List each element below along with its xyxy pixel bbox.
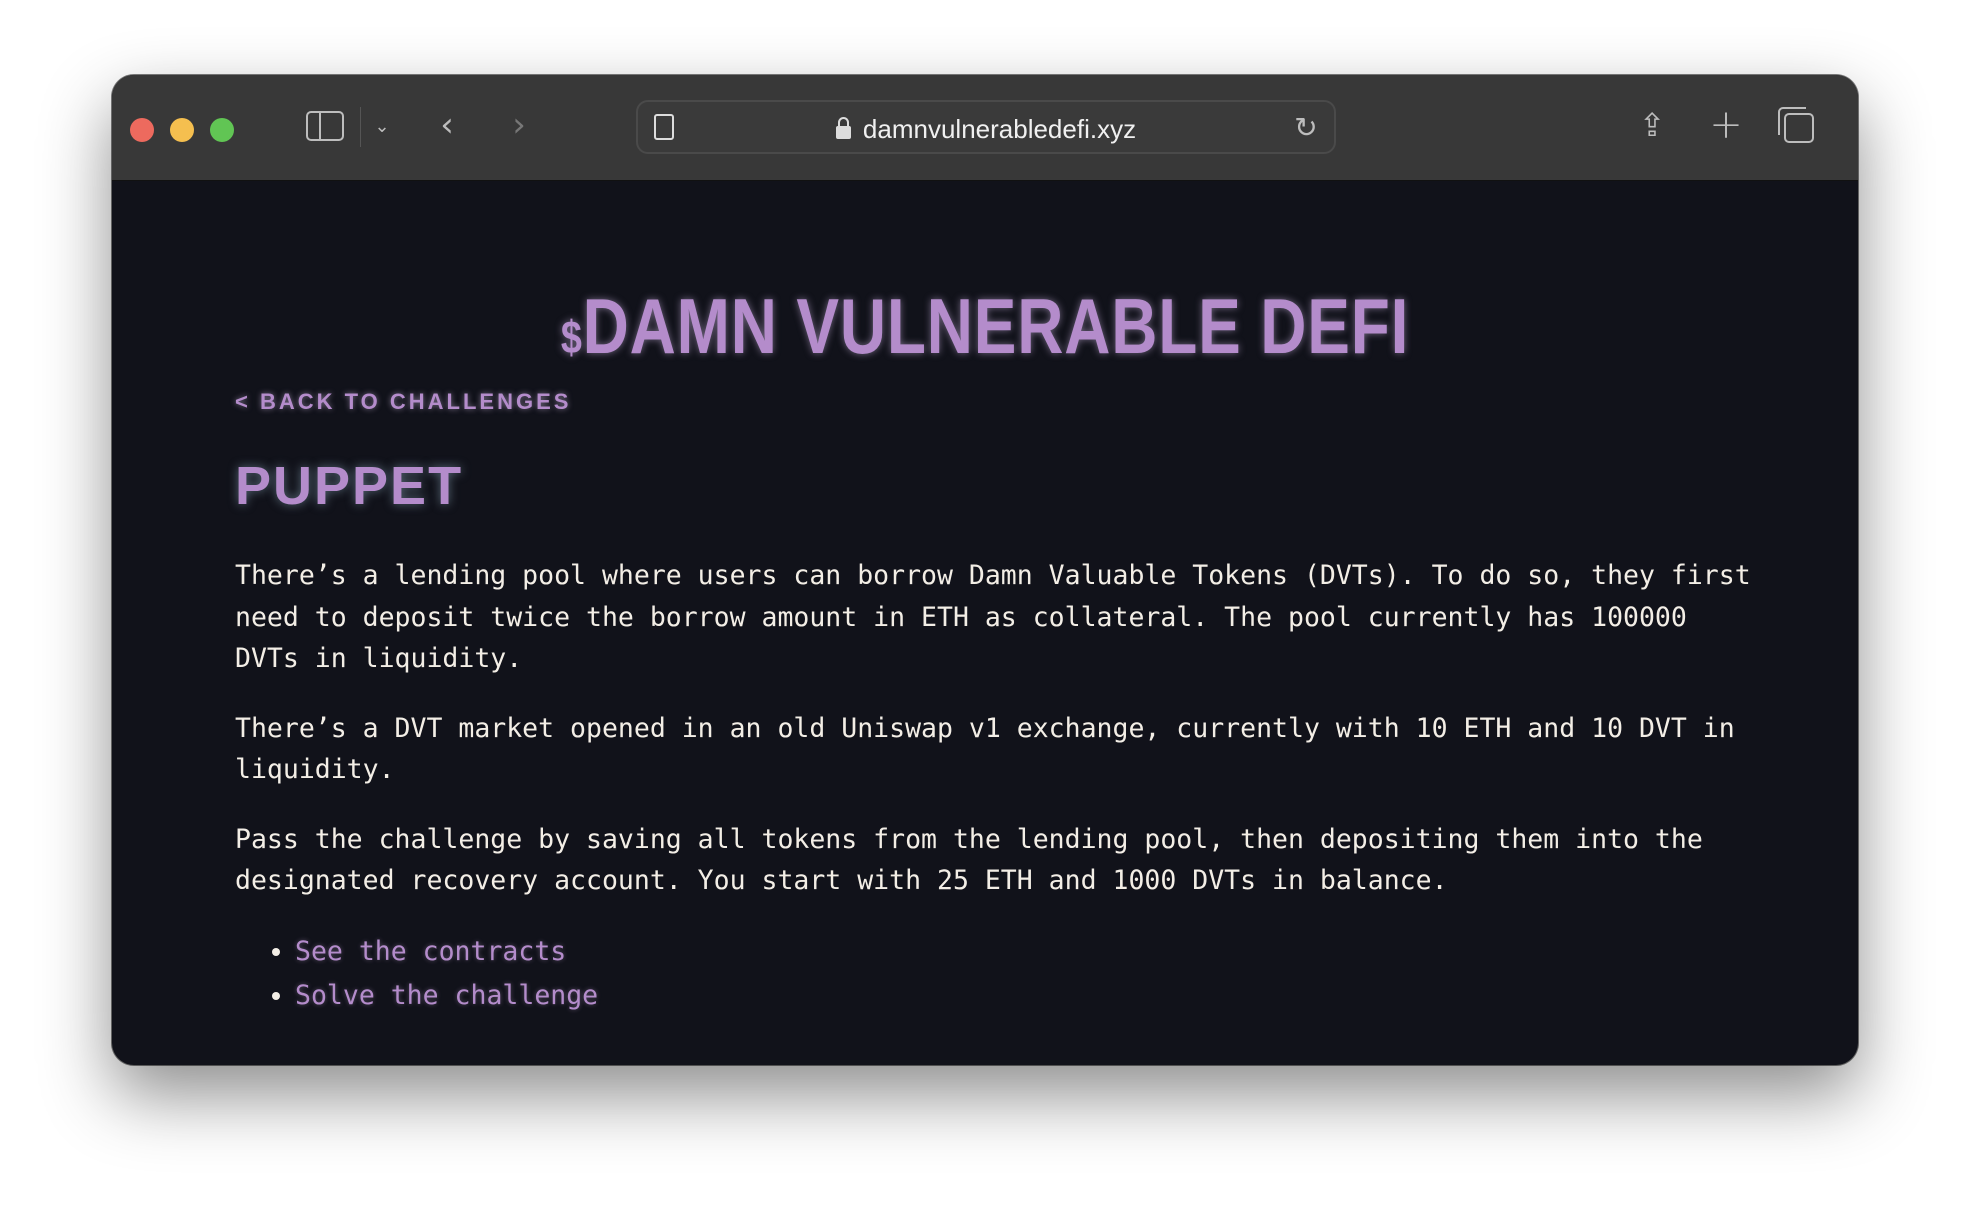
address-bar[interactable]: damnvulnerabledefi.xyz ↻ [636,100,1336,154]
url-label: damnvulnerabledefi.xyz [862,114,1137,144]
site-logo[interactable]: $DAMN VULNERABLE DEFI [269,281,1701,372]
tabs-overview-icon[interactable] [1778,107,1814,143]
back-to-challenges-link[interactable]: < BACK TO CHALLENGES [235,389,571,415]
links-list: See the contracts Solve the challenge [235,930,1765,1018]
list-item: See the contracts [295,930,1765,974]
share-icon[interactable]: ⇪ [1634,103,1670,147]
paragraph: Pass the challenge by saving all tokens … [235,823,1703,897]
reload-icon[interactable]: ↻ [1290,110,1322,144]
new-tab-icon[interactable]: + [1708,102,1744,148]
url-text[interactable]: damnvulnerabledefi.xyz [638,114,1334,145]
paragraph: There’s a DVT market opened in an old Un… [235,712,1735,786]
zoom-window-button[interactable] [210,118,234,142]
challenge-description: There’s a lending pool where users can b… [235,555,1765,1018]
forward-icon[interactable]: › [504,105,534,145]
toolbar-divider [360,107,361,147]
challenge-title: PUPPET [235,456,464,516]
solve-challenge-link[interactable]: Solve the challenge [295,980,598,1011]
lock-icon [835,117,851,139]
logo-text: DAMN VULNERABLE DEFI [582,282,1410,370]
logo-dollar: $ [560,311,583,363]
list-item: Solve the challenge [295,974,1765,1018]
minimize-window-button[interactable] [170,118,194,142]
see-contracts-link[interactable]: See the contracts [295,936,566,967]
page-content: $DAMN VULNERABLE DEFI < BACK TO CHALLENG… [112,181,1858,1065]
browser-toolbar: ⌄ ‹ › damnvulnerabledefi.xyz ↻ ⇪ + [112,75,1858,181]
browser-window: ⌄ ‹ › damnvulnerabledefi.xyz ↻ ⇪ + $DAMN… [112,75,1858,1065]
back-icon[interactable]: ‹ [432,105,462,145]
sidebar-icon[interactable] [306,111,344,141]
chevron-down-icon[interactable]: ⌄ [370,111,394,141]
paragraph: There’s a lending pool where users can b… [235,560,1751,674]
close-window-button[interactable] [130,118,154,142]
